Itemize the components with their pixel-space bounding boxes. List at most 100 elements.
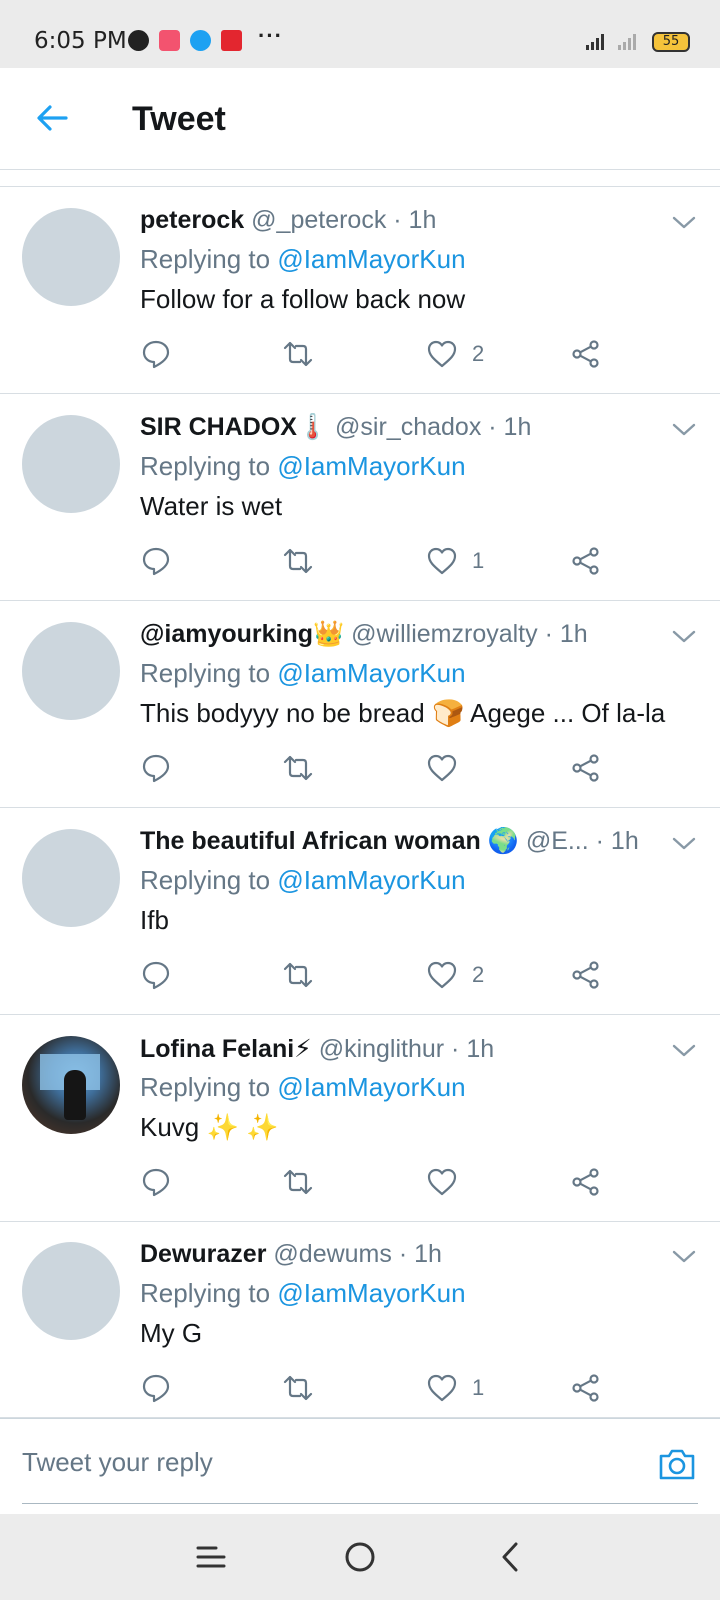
status-bar: 6:05 PM ··· 55 bbox=[0, 0, 720, 68]
reply-button[interactable] bbox=[140, 543, 172, 579]
heart-icon bbox=[427, 1168, 457, 1196]
tweet[interactable]: Lofina Felani⚡ @kinglithur · 1h Replying… bbox=[0, 1016, 720, 1222]
like-button[interactable] bbox=[426, 750, 472, 786]
page-title: Tweet bbox=[132, 100, 226, 138]
chevron-down-icon[interactable] bbox=[670, 622, 698, 650]
like-count: 2 bbox=[472, 341, 485, 366]
like-button[interactable]: 1 bbox=[426, 1370, 484, 1406]
tweet-author-handle: @dewums · 1h bbox=[273, 1240, 442, 1268]
reply-icon bbox=[142, 547, 170, 576]
tweet-actions: 2 bbox=[140, 336, 620, 376]
tweet-author-name[interactable]: peterock bbox=[140, 206, 244, 234]
tweet-author-name[interactable]: Lofina Felani⚡ bbox=[140, 1035, 312, 1063]
tweet-author-name[interactable]: Dewurazer bbox=[140, 1240, 266, 1268]
tweet-actions: 1 bbox=[140, 1370, 620, 1410]
avatar[interactable] bbox=[22, 1242, 120, 1340]
retweet-button[interactable] bbox=[282, 1370, 314, 1406]
chevron-down-icon[interactable] bbox=[670, 1242, 698, 1270]
signal-icon bbox=[586, 34, 604, 50]
heart-icon bbox=[427, 754, 457, 782]
heart-icon bbox=[427, 1374, 457, 1402]
mention-link[interactable]: @IamMayorKun bbox=[277, 865, 465, 895]
heart-icon bbox=[427, 547, 457, 575]
mention-link[interactable]: @IamMayorKun bbox=[277, 1072, 465, 1102]
system-nav-bar bbox=[0, 1514, 720, 1600]
share-button[interactable] bbox=[570, 1164, 602, 1200]
reply-button[interactable] bbox=[140, 957, 172, 993]
recent-apps-icon[interactable] bbox=[194, 1540, 228, 1574]
camera-icon[interactable] bbox=[656, 1443, 698, 1485]
reply-button[interactable] bbox=[140, 750, 172, 786]
retweet-button[interactable] bbox=[282, 336, 314, 372]
tweet[interactable]: @iamyourking👑 @williemzroyalty · 1h Repl… bbox=[0, 602, 720, 808]
replying-to-label: Replying to bbox=[140, 865, 271, 895]
reply-icon bbox=[142, 1168, 170, 1197]
tweet-text: This bodyyy no be bread 🍞 Agege ... Of l… bbox=[140, 698, 666, 728]
tweet-author-handle: @sir_chadox · 1h bbox=[335, 413, 532, 441]
reply-input[interactable]: Tweet your reply bbox=[22, 1447, 213, 1478]
like-count: 2 bbox=[472, 962, 485, 987]
like-button[interactable]: 1 bbox=[426, 543, 484, 579]
reply-icon bbox=[142, 754, 170, 783]
mention-link[interactable]: @IamMayorKun bbox=[277, 658, 465, 688]
chevron-down-icon[interactable] bbox=[670, 415, 698, 443]
replying-to-label: Replying to bbox=[140, 1072, 271, 1102]
chevron-down-icon[interactable] bbox=[670, 1036, 698, 1064]
retweet-icon bbox=[283, 1375, 313, 1401]
tweet[interactable]: The beautiful African woman 🌍 @E... · 1h… bbox=[0, 809, 720, 1015]
reply-button[interactable] bbox=[140, 336, 172, 372]
tweet-author-name[interactable]: SIR CHADOX🌡️ bbox=[140, 413, 328, 441]
news-notification-icon bbox=[221, 30, 242, 51]
retweet-icon bbox=[283, 548, 313, 574]
tweet-text: Kuvg ✨ ✨ bbox=[140, 1112, 279, 1142]
retweet-button[interactable] bbox=[282, 1164, 314, 1200]
divider bbox=[0, 186, 720, 187]
tweet[interactable]: SIR CHADOX🌡️ @sir_chadox · 1h Replying t… bbox=[0, 395, 720, 601]
tweet-actions bbox=[140, 1164, 620, 1204]
tweet-author-name[interactable]: The beautiful African woman 🌍 bbox=[140, 827, 519, 855]
avatar[interactable] bbox=[22, 415, 120, 513]
replying-to-label: Replying to bbox=[140, 244, 271, 274]
back-arrow-icon[interactable] bbox=[32, 98, 72, 138]
chevron-down-icon[interactable] bbox=[670, 829, 698, 857]
tweet[interactable]: Dewurazer @dewums · 1h Replying to @IamM… bbox=[0, 1222, 720, 1418]
check-notification-icon bbox=[128, 30, 149, 51]
tweet-author-handle: @williemzroyalty · 1h bbox=[351, 620, 588, 648]
battery-icon: 55 bbox=[652, 32, 690, 52]
mention-link[interactable]: @IamMayorKun bbox=[277, 451, 465, 481]
home-icon[interactable] bbox=[343, 1540, 377, 1574]
share-icon bbox=[572, 1168, 599, 1196]
avatar[interactable] bbox=[22, 1036, 120, 1134]
tweet-actions: 2 bbox=[140, 957, 620, 997]
share-button[interactable] bbox=[570, 750, 602, 786]
like-button[interactable]: 2 bbox=[426, 336, 484, 372]
retweet-button[interactable] bbox=[282, 543, 314, 579]
reply-button[interactable] bbox=[140, 1164, 172, 1200]
mention-link[interactable]: @IamMayorKun bbox=[277, 244, 465, 274]
tweet-actions: 1 bbox=[140, 543, 620, 583]
retweet-button[interactable] bbox=[282, 957, 314, 993]
share-button[interactable] bbox=[570, 1370, 602, 1406]
like-button[interactable] bbox=[426, 1164, 472, 1200]
chevron-down-icon[interactable] bbox=[670, 208, 698, 236]
share-button[interactable] bbox=[570, 543, 602, 579]
avatar[interactable] bbox=[22, 622, 120, 720]
share-icon bbox=[572, 340, 599, 368]
tweet[interactable]: peterock @_peterock · 1h Replying to @Ia… bbox=[0, 188, 720, 394]
share-button[interactable] bbox=[570, 957, 602, 993]
back-icon[interactable] bbox=[494, 1540, 528, 1574]
retweet-button[interactable] bbox=[282, 750, 314, 786]
mention-link[interactable]: @IamMayorKun bbox=[277, 1278, 465, 1308]
reply-button[interactable] bbox=[140, 1370, 172, 1406]
replying-to-label: Replying to bbox=[140, 451, 271, 481]
replying-to-label: Replying to bbox=[140, 658, 271, 688]
avatar[interactable] bbox=[22, 208, 120, 306]
like-count: 1 bbox=[472, 1375, 485, 1400]
avatar[interactable] bbox=[22, 829, 120, 927]
like-button[interactable]: 2 bbox=[426, 957, 484, 993]
heart-icon bbox=[427, 340, 457, 368]
tweet-author-name[interactable]: @iamyourking👑 bbox=[140, 620, 344, 648]
share-button[interactable] bbox=[570, 336, 602, 372]
retweet-icon bbox=[283, 755, 313, 781]
tweet-author-handle: @E... · 1h bbox=[525, 827, 639, 855]
